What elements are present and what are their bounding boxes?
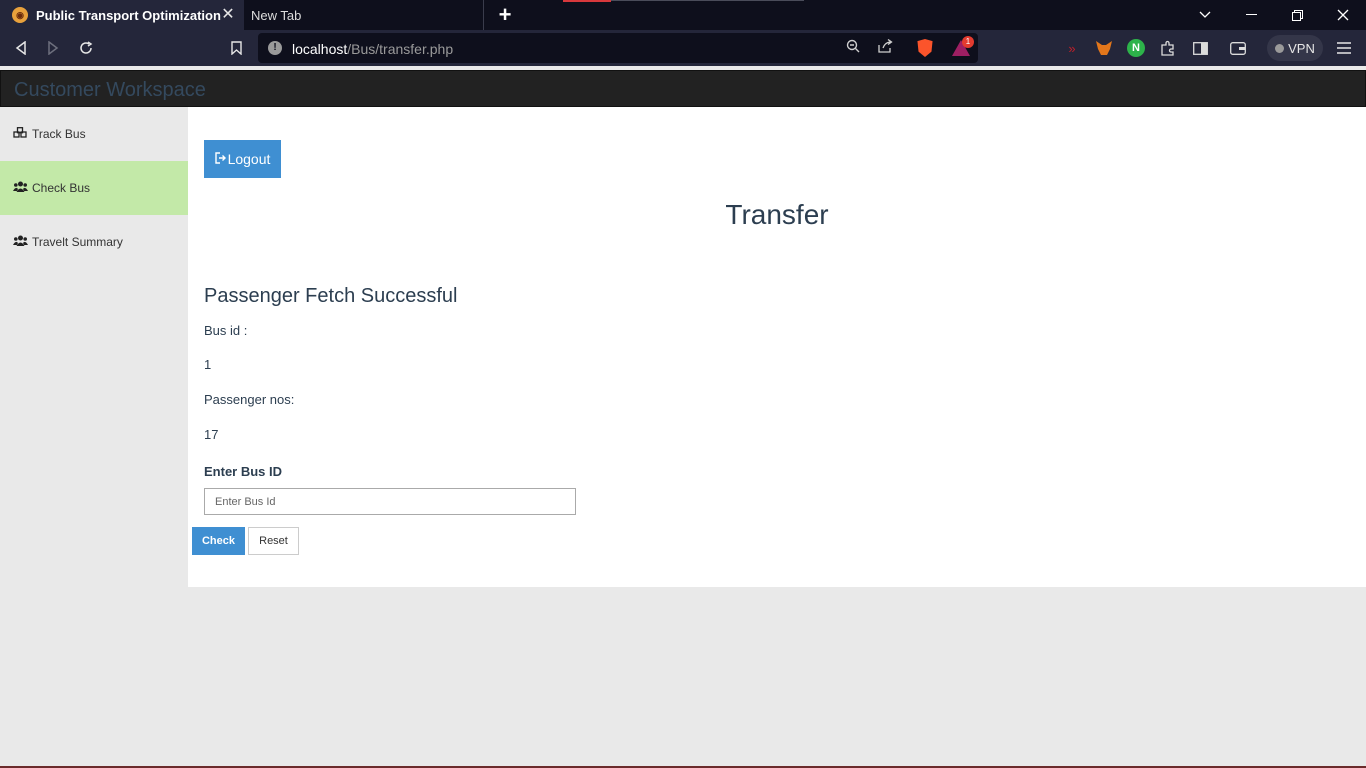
tab-active[interactable]: ◉ Public Transport Optimization ✕ [0, 0, 244, 30]
browser-toolbar: ! localhost/Bus/transfer.php 1 » N VPN [0, 30, 1366, 66]
new-tab-plus-icon[interactable]: + [494, 4, 516, 26]
tab-title: New Tab [251, 7, 302, 23]
app-header: Customer Workspace [0, 70, 1366, 107]
sidebar-item-travel-summary[interactable]: Travelt Summary [0, 215, 188, 269]
vpn-label: VPN [1288, 40, 1315, 56]
bus-id-input[interactable] [204, 488, 576, 515]
close-tab-icon[interactable]: ✕ [218, 5, 238, 25]
metamask-fox-icon[interactable] [1095, 39, 1113, 57]
tab-new-tab[interactable]: New Tab [244, 0, 484, 30]
sidebar-item-label: Check Bus [32, 181, 91, 195]
forward-icon[interactable] [42, 37, 64, 59]
users-icon [13, 181, 28, 196]
n-extension-icon[interactable]: N [1127, 39, 1145, 57]
reset-button[interactable]: Reset [248, 527, 299, 555]
brand-title[interactable]: Customer Workspace [14, 79, 206, 102]
bus-id-value: 1 [204, 357, 212, 372]
wallet-icon[interactable] [1229, 39, 1247, 57]
result-heading: Passenger Fetch Successful [204, 285, 458, 307]
tab-indicator [563, 0, 611, 2]
back-icon[interactable] [10, 37, 32, 59]
logout-icon [214, 151, 227, 167]
tab-divider [611, 0, 804, 1]
restore-icon[interactable] [1274, 0, 1320, 30]
sidebar-item-check-bus[interactable]: Check Bus [0, 161, 188, 215]
passenger-label: Passenger nos: [204, 392, 295, 407]
passenger-value: 17 [204, 427, 219, 442]
menu-hamburger-icon[interactable] [1335, 39, 1353, 57]
bookmark-icon[interactable] [225, 37, 247, 59]
vpn-button[interactable]: VPN [1267, 35, 1323, 61]
check-button[interactable]: Check [192, 527, 245, 555]
tab-search-chevron-icon[interactable] [1182, 0, 1228, 30]
brave-shields-icon[interactable] [917, 39, 933, 57]
users-icon [13, 235, 28, 250]
close-window-icon[interactable] [1320, 0, 1366, 30]
tab-strip: ◉ Public Transport Optimization ✕ New Ta… [0, 0, 1366, 30]
sidebar-toggle-icon[interactable] [1191, 39, 1209, 57]
sidebar-item-track-bus[interactable]: Track Bus [0, 107, 188, 161]
logout-button[interactable]: Logout [204, 140, 281, 178]
address-bar[interactable]: ! localhost/Bus/transfer.php 1 [258, 33, 978, 63]
sidebar-item-label: Travelt Summary [32, 235, 123, 249]
bus-id-label: Bus id : [204, 323, 248, 338]
extension-arrow-icon[interactable]: » [1063, 39, 1081, 57]
zoom-icon[interactable] [844, 39, 862, 57]
share-icon[interactable] [876, 38, 894, 57]
sidebar-item-label: Track Bus [32, 127, 86, 141]
extensions-puzzle-icon[interactable] [1159, 39, 1177, 57]
site-info-icon[interactable]: ! [268, 41, 282, 55]
tab-title: Public Transport Optimization [36, 7, 221, 23]
cubes-icon [13, 126, 28, 142]
main-content: Logout Transfer Passenger Fetch Successf… [188, 107, 1366, 587]
enter-bus-id-label: Enter Bus ID [204, 464, 283, 479]
vpn-status-icon [1275, 43, 1285, 53]
url-text[interactable]: localhost/Bus/transfer.php [292, 41, 453, 57]
reload-icon[interactable] [75, 37, 97, 59]
logout-label: Logout [227, 151, 271, 167]
rewards-badge: 1 [962, 36, 974, 48]
site-favicon-icon: ◉ [12, 7, 28, 23]
page-title: Transfer [725, 199, 829, 230]
sidebar: Track Bus Check Bus Travelt Summary [0, 107, 188, 269]
minimize-icon[interactable] [1228, 0, 1274, 30]
web-page: Customer Workspace Track Bus Check Bus T… [0, 66, 1366, 768]
